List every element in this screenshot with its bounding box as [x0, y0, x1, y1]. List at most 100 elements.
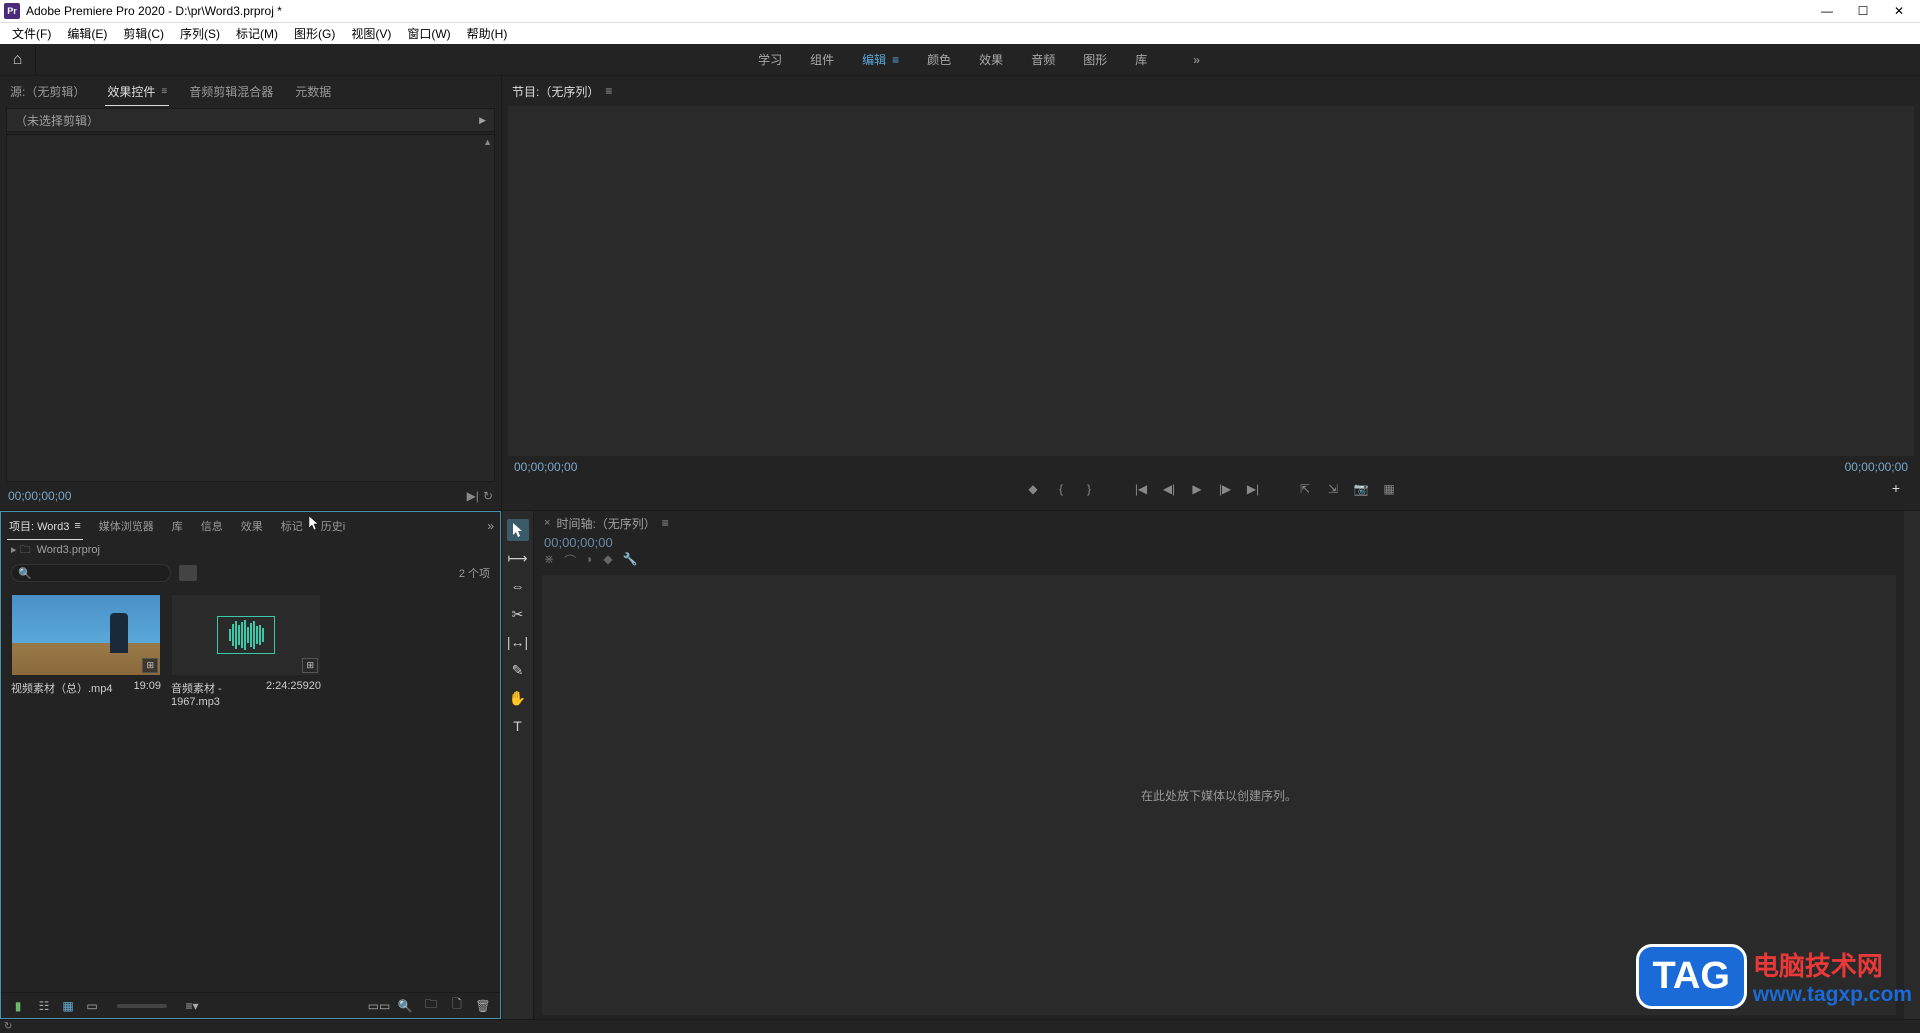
cursor-icon	[309, 516, 319, 530]
menu-bar: 文件(F) 编辑(E) 剪辑(C) 序列(S) 标记(M) 图形(G) 视图(V…	[0, 22, 1920, 44]
icon-view-button[interactable]: ▦	[59, 997, 77, 1015]
minimize-button[interactable]: —	[1818, 2, 1836, 20]
project-item-audio[interactable]: ⊞ 音频素材 - 1967.mp3 2:24:25920	[171, 594, 321, 712]
project-search-input[interactable]: 🔍	[11, 564, 171, 582]
new-item-button[interactable]: 🗋	[448, 997, 466, 1015]
new-bin-button[interactable]: 🗀	[422, 997, 440, 1015]
workspace-effects[interactable]: 效果	[977, 47, 1005, 72]
freeform-view-button[interactable]: ▭	[83, 997, 101, 1015]
button-editor-button[interactable]: +	[1892, 480, 1900, 496]
selection-tool[interactable]	[507, 519, 529, 541]
comparison-view-button[interactable]: ▦	[1380, 480, 1398, 498]
add-marker-button[interactable]: ◆	[1024, 480, 1042, 498]
find-button[interactable]: 🔍	[396, 997, 414, 1015]
tab-metadata[interactable]: 元数据	[293, 77, 333, 106]
app-icon: Pr	[4, 3, 20, 19]
program-timecode-left[interactable]: 00;00;00;00	[514, 460, 577, 474]
clip-selector[interactable]: （未选择剪辑） ▶	[6, 108, 495, 132]
mark-in-button[interactable]: {	[1052, 480, 1070, 498]
window-title: Adobe Premiere Pro 2020 - D:\pr\Word3.pr…	[26, 4, 1818, 18]
timeline-scrollbar[interactable]	[1904, 511, 1920, 1019]
project-panel: 项目: Word3≡ 媒体浏览器 库 信息 效果 标记 历史i » ▸ 🗀 Wo…	[0, 511, 501, 1019]
timeline-marker-icon[interactable]: ◗	[586, 552, 593, 569]
razor-tool[interactable]: ✂	[507, 603, 529, 625]
sort-button[interactable]: ≡▾	[183, 997, 201, 1015]
timeline-linked-selection-icon[interactable]: ⌒	[564, 552, 576, 569]
panel-menu-icon[interactable]: ≡	[662, 516, 669, 530]
workspace-libraries[interactable]: 库	[1133, 47, 1149, 72]
menu-help[interactable]: 帮助(H)	[459, 23, 516, 44]
panel-menu-icon[interactable]: ≡	[605, 84, 612, 98]
tab-effect-controls[interactable]: 效果控件≡	[105, 77, 169, 106]
tab-markers[interactable]: 标记	[279, 514, 305, 538]
panel-menu-icon[interactable]: ≡	[161, 86, 167, 97]
extract-button[interactable]: ⇲	[1324, 480, 1342, 498]
writable-toggle[interactable]: ▮	[9, 997, 27, 1015]
type-tool[interactable]: T	[507, 715, 529, 737]
hand-tool[interactable]: ✋	[507, 687, 529, 709]
panel-menu-icon[interactable]: ≡	[74, 520, 80, 532]
list-view-button[interactable]: ☷	[35, 997, 53, 1015]
home-button[interactable]: ⌂	[0, 44, 36, 76]
menu-view[interactable]: 视图(V)	[343, 23, 399, 44]
program-panel-title[interactable]: 节目:（无序列）	[512, 83, 599, 100]
workspace-color[interactable]: 颜色	[925, 47, 953, 72]
track-select-tool[interactable]: ⟼	[507, 547, 529, 569]
tab-history[interactable]: 历史i	[319, 514, 347, 538]
watermark-text-2: www.tagxp.com	[1753, 983, 1912, 1007]
folder-icon: ▸ 🗀	[11, 541, 31, 560]
play-button[interactable]: ▶	[1188, 480, 1206, 498]
tab-info[interactable]: 信息	[199, 514, 225, 538]
workspace-learn[interactable]: 学习	[756, 47, 784, 72]
program-monitor[interactable]	[508, 106, 1914, 456]
timeline-timecode[interactable]: 00;00;00;00	[534, 535, 1904, 550]
new-bin-button[interactable]	[179, 565, 197, 581]
go-to-out-button[interactable]: ▶|	[1244, 480, 1262, 498]
close-panel-icon[interactable]: ×	[544, 517, 550, 529]
source-loop-icon[interactable]: ↻	[483, 489, 493, 503]
menu-graphics[interactable]: 图形(G)	[286, 23, 343, 44]
tab-project[interactable]: 项目: Word3≡	[7, 514, 83, 538]
menu-edit[interactable]: 编辑(E)	[59, 23, 115, 44]
automate-to-sequence-button[interactable]: ▭▭	[370, 997, 388, 1015]
source-play-icon[interactable]: ▶|	[467, 489, 479, 503]
timeline-add-marker-icon[interactable]: ◆	[603, 552, 612, 569]
step-forward-button[interactable]: |▶	[1216, 480, 1234, 498]
timeline-settings-icon[interactable]: 🔧	[623, 552, 638, 569]
menu-sequence[interactable]: 序列(S)	[172, 23, 228, 44]
close-button[interactable]: ✕	[1890, 2, 1908, 20]
program-timecode-right[interactable]: 00;00;00;00	[1845, 460, 1908, 474]
project-item-name: 音频素材 - 1967.mp3	[171, 680, 266, 708]
lift-button[interactable]: ⇱	[1296, 480, 1314, 498]
menu-window[interactable]: 窗口(W)	[399, 23, 458, 44]
workspace-audio[interactable]: 音频	[1029, 47, 1057, 72]
workspace-editing[interactable]: 编辑≡	[860, 47, 901, 72]
menu-file[interactable]: 文件(F)	[4, 23, 59, 44]
maximize-button[interactable]: ☐	[1854, 2, 1872, 20]
menu-clip[interactable]: 剪辑(C)	[115, 23, 172, 44]
workspace-assembly[interactable]: 组件	[808, 47, 836, 72]
tab-libraries[interactable]: 库	[170, 514, 185, 538]
pen-tool[interactable]: ✎	[507, 659, 529, 681]
delete-button[interactable]: 🗑	[474, 997, 492, 1015]
timeline-snap-icon[interactable]: ⋇	[544, 552, 554, 569]
tab-effects[interactable]: 效果	[239, 514, 265, 538]
menu-markers[interactable]: 标记(M)	[228, 23, 286, 44]
step-back-button[interactable]: ◀|	[1160, 480, 1178, 498]
slip-tool[interactable]: |↔|	[507, 631, 529, 653]
go-to-in-button[interactable]: |◀	[1132, 480, 1150, 498]
sync-icon[interactable]: ↻	[4, 1021, 12, 1032]
mark-out-button[interactable]: }	[1080, 480, 1098, 498]
workspace-graphics[interactable]: 图形	[1081, 47, 1109, 72]
tab-audio-clip-mixer[interactable]: 音频剪辑混合器	[187, 77, 275, 106]
workspace-more[interactable]: »	[1193, 53, 1200, 67]
source-timecode[interactable]: 00;00;00;00	[8, 489, 71, 503]
thumbnail-size-slider[interactable]	[117, 1004, 167, 1008]
project-item-video[interactable]: ⊞ 视频素材（总）.mp4 19:09	[11, 594, 161, 712]
ripple-edit-tool[interactable]: ⇔	[507, 575, 529, 597]
tab-source[interactable]: 源:（无剪辑）	[8, 77, 87, 106]
project-breadcrumb[interactable]: Word3.prproj	[37, 544, 100, 556]
project-tabs-more[interactable]: »	[487, 519, 494, 533]
export-frame-button[interactable]: 📷	[1352, 480, 1370, 498]
tab-media-browser[interactable]: 媒体浏览器	[97, 514, 156, 538]
